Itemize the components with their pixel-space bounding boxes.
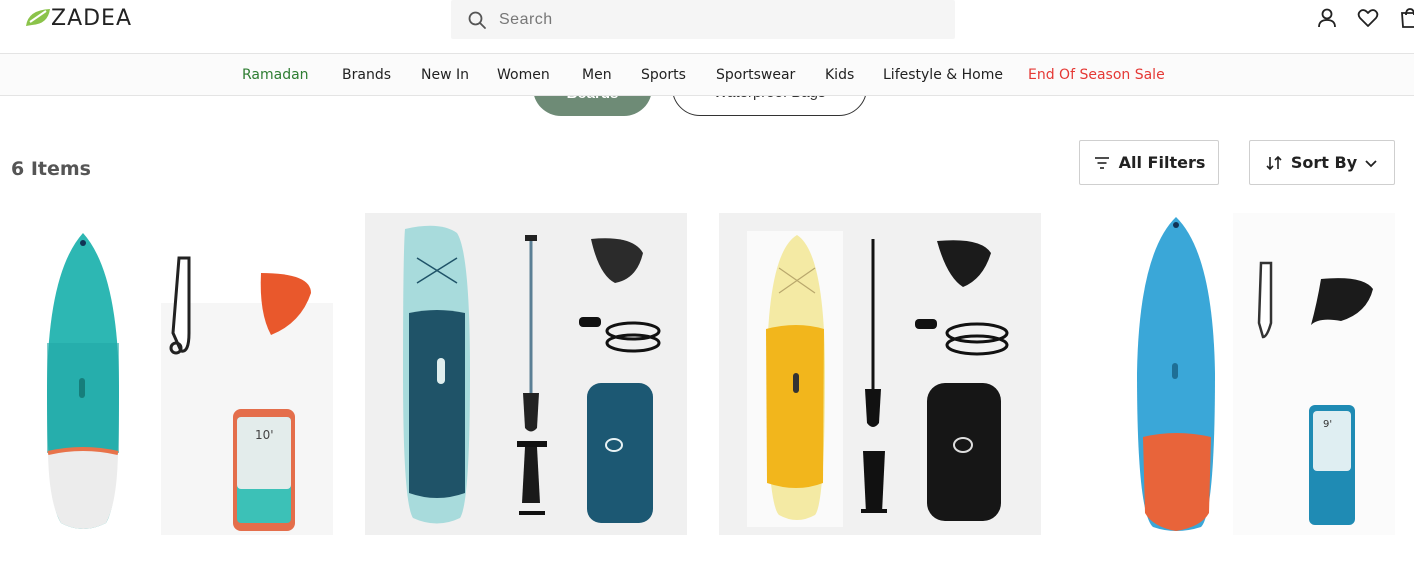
sort-by-label: Sort By <box>1290 153 1358 172</box>
chevron-down-icon <box>1365 159 1377 167</box>
product-card[interactable]: 10' <box>11 213 333 535</box>
product-image <box>719 213 1041 535</box>
brand-logo[interactable]: ZADEA <box>24 4 132 32</box>
heart-icon[interactable] <box>1356 6 1380 30</box>
sort-by-button[interactable]: Sort By <box>1249 140 1395 185</box>
nav-item-new-in[interactable]: New In <box>421 67 469 83</box>
search-icon <box>468 11 486 29</box>
nav-item-ramadan[interactable]: Ramadan <box>242 67 309 83</box>
product-card[interactable] <box>365 213 687 535</box>
product-card[interactable] <box>719 213 1041 535</box>
sort-arrows-icon <box>1266 155 1282 170</box>
results-count: 6 Items <box>11 158 91 180</box>
svg-text:9': 9' <box>1323 419 1332 430</box>
nav-item-kids[interactable]: Kids <box>825 67 854 83</box>
leaf-logo-icon <box>26 9 50 26</box>
product-image: 10' <box>11 213 333 535</box>
main-nav: Ramadan Brands New In Women Men Sports S… <box>0 53 1414 96</box>
nav-item-brands[interactable]: Brands <box>342 67 391 83</box>
all-filters-button[interactable]: All Filters <box>1079 140 1219 185</box>
search-bar[interactable] <box>451 0 955 39</box>
site-header: ZADEA <box>0 0 1414 54</box>
brand-name: ZADEA <box>51 5 133 31</box>
all-filters-label: All Filters <box>1118 153 1206 172</box>
cart-icon[interactable] <box>1398 6 1414 30</box>
nav-item-sports[interactable]: Sports <box>641 67 686 83</box>
nav-item-women[interactable]: Women <box>497 67 550 83</box>
product-image: 9' <box>1073 213 1395 535</box>
nav-item-sportswear[interactable]: Sportswear <box>716 67 795 83</box>
nav-item-lifestyle-home[interactable]: Lifestyle & Home <box>883 67 1003 83</box>
nav-item-end-of-season-sale[interactable]: End Of Season Sale <box>1028 67 1165 83</box>
search-input[interactable] <box>499 10 899 29</box>
svg-text:10': 10' <box>255 428 274 442</box>
product-image <box>365 213 687 535</box>
product-card[interactable]: 9' <box>1073 213 1395 535</box>
nav-item-men[interactable]: Men <box>582 67 612 83</box>
user-icon[interactable] <box>1315 6 1339 30</box>
filter-icon <box>1094 156 1109 169</box>
